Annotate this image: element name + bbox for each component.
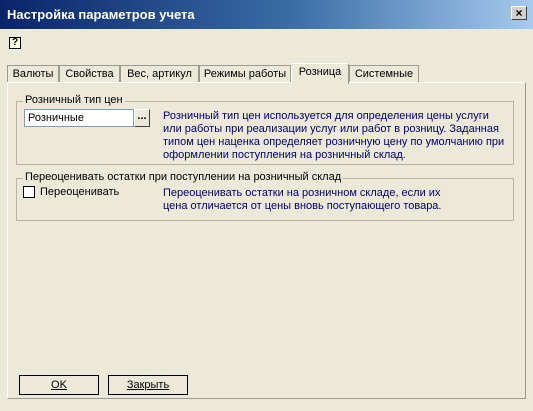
revalue-description: Переоценивать остатки на розничном склад…: [163, 187, 442, 212]
tab-retail[interactable]: Розница: [291, 63, 349, 84]
tab-system[interactable]: Системные: [349, 65, 419, 83]
revalue-checkbox-label[interactable]: Переоценивать: [40, 186, 119, 198]
ok-button-label: OK: [51, 379, 67, 391]
tab-currencies[interactable]: Валюты: [7, 65, 59, 83]
help-icon[interactable]: ?: [9, 37, 21, 49]
tab-weight-article[interactable]: Вес, артикул: [120, 65, 199, 83]
select-price-type-button[interactable]: ...: [134, 109, 150, 127]
retail-price-type-field[interactable]: Розничные: [24, 109, 134, 127]
revalue-legend: Переоценивать остатки при поступлении на…: [23, 171, 344, 183]
title-bar: Настройка параметров учета ×: [0, 0, 533, 29]
close-button-label: Закрыть: [126, 379, 170, 391]
window-title: Настройка параметров учета: [7, 7, 195, 22]
close-icon[interactable]: ×: [511, 6, 527, 20]
tab-work-modes[interactable]: Режимы работы: [199, 65, 291, 83]
retail-price-legend: Розничный тип цен: [23, 94, 125, 106]
ok-button[interactable]: OK: [19, 375, 99, 395]
tab-properties[interactable]: Свойства: [59, 65, 120, 83]
close-button[interactable]: Закрыть: [108, 375, 188, 395]
revalue-checkbox[interactable]: [23, 186, 35, 198]
retail-price-description: Розничный тип цен используется для опред…: [163, 110, 505, 161]
